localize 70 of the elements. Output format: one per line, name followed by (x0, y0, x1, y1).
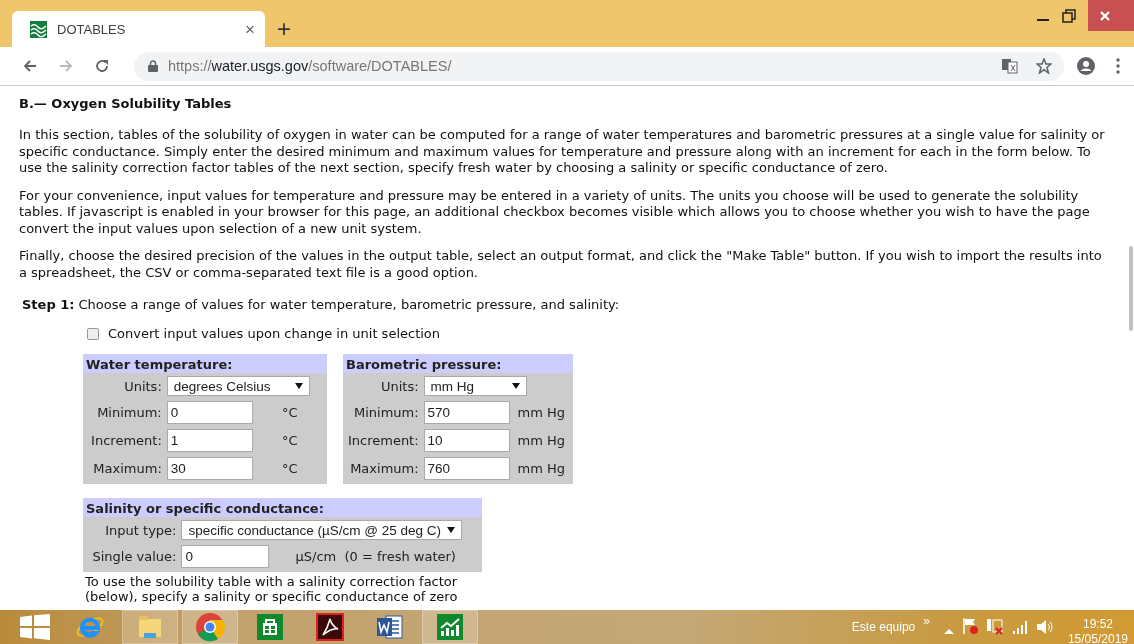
input-field[interactable]: 760 (423, 457, 510, 480)
dropdown[interactable]: degrees Celsius (166, 376, 310, 396)
store-bag-icon (254, 611, 286, 643)
url-text: https://water.usgs.gov/software/DOTABLES/ (168, 58, 453, 74)
chart-icon (434, 611, 466, 643)
field-label: Minimum: (352, 405, 419, 420)
paragraph: Finally, choose the desired precision of the values in the output table, select an output format, and click the "Make Table" button. If you wish to import the results into a spreadsheet, the CSV or comma-separated text file is a good option. (19, 248, 1103, 281)
chrome-logo-icon (194, 611, 226, 643)
unit-label: mm Hg (517, 433, 567, 448)
field-label: Maximum: (349, 461, 419, 476)
input-field[interactable]: 10 (423, 429, 510, 452)
dropdown[interactable]: mm Hg (423, 376, 527, 396)
close-window-button[interactable] (1088, 0, 1134, 31)
network-icon[interactable] (985, 616, 1004, 635)
unit-label: °C (282, 405, 299, 420)
signal-icon[interactable] (1011, 618, 1028, 635)
unit-label: µS/cm (0 = fresh water) (295, 549, 457, 564)
restore-icon[interactable] (1062, 8, 1076, 23)
checkbox[interactable] (87, 327, 99, 340)
section-heading: B.— Oxygen Solubility Tables (19, 96, 233, 111)
field-label: Minimum: (96, 405, 162, 420)
time-text: 19:52 (1082, 617, 1113, 632)
panel-title: Water temperature: (83, 354, 327, 373)
dropdown[interactable]: specific conductance (µS/cm @ 25 deg C) (181, 520, 463, 540)
field-label: Increment: (90, 433, 162, 448)
paragraph: In this section, tables of the solubility of oxygen in water can be computed for a range of water temperatures and barometric pressures at a single value for salinity or specific conductance. Simply enter the desired minimum and maximum values for temperature and pressure along with an increment for each in the form below. To use the salinity correction factor tables of the next section, specify fresh water by choosing a salinity or specific conductance of zero. (19, 127, 1106, 177)
account-icon[interactable] (1076, 56, 1096, 76)
field-label: Single value: (91, 549, 177, 564)
step-instruction: Step 1: Choose a range of values for water temperature, barometric pressure, and salinity: (22, 297, 621, 312)
menu-icon[interactable] (1116, 58, 1120, 74)
tab-close-button[interactable]: × (245, 20, 255, 38)
speaker-icon[interactable] (1035, 618, 1054, 635)
unit-label: °C (282, 461, 299, 476)
waves-logo-icon (30, 20, 47, 38)
field-label: Units: (379, 378, 419, 394)
field-label: Increment: (346, 433, 419, 448)
input-field[interactable]: 30 (166, 457, 253, 480)
close-icon (1099, 9, 1111, 22)
input-field[interactable]: 570 (423, 401, 510, 424)
windows-start-icon[interactable] (20, 614, 50, 640)
tab-title: DOTABLES (57, 21, 127, 37)
back-icon[interactable] (22, 58, 38, 74)
note-text: To use the solubility table with a salinity correction factor (below), specify a salinity or specific conductance of zero (85, 574, 459, 604)
field-label: Maximum: (92, 461, 162, 476)
lock-icon (148, 60, 158, 72)
input-field[interactable]: 1 (166, 429, 253, 452)
unit-label: mm Hg (517, 405, 567, 420)
checkbox-label: Convert input values upon change in unit selection (108, 326, 441, 341)
paragraph: For your convenience, input values for temperature and pressure may be entered in a variety of units. The units you choose will be used to generate the solubility tables. If javascript is enabled in your browser for this page, an additional checkbox becomes visible which allows you to choose whether you wish to have the page convert the input values upon selection of a new unit system. (19, 187, 1091, 237)
bookmark-star-icon[interactable] (1036, 58, 1052, 74)
field-label: Input type: (104, 522, 177, 538)
dropdown-caret-icon (447, 527, 456, 533)
field-label: Units: (123, 378, 162, 394)
address-bar[interactable]: https://water.usgs.gov/software/DOTABLES/ (134, 51, 1064, 81)
dropdown-caret-icon (511, 383, 520, 389)
translate-icon[interactable] (1002, 58, 1018, 74)
unit-label: °C (282, 433, 299, 448)
panel-title: Barometric pressure: (343, 354, 573, 373)
up-caret-icon[interactable] (943, 626, 954, 635)
dropdown-caret-icon (294, 383, 303, 389)
browser-tab[interactable]: DOTABLES × (12, 11, 265, 47)
reload-icon[interactable] (94, 58, 110, 74)
new-tab-button[interactable]: + (277, 17, 291, 41)
input-field[interactable]: 0 (181, 545, 270, 568)
pdf-reader-icon (314, 611, 346, 643)
date-text: 15/05/2019 (1067, 632, 1128, 644)
panel-title: Salinity or specific conductance: (83, 498, 482, 517)
input-field[interactable]: 0 (166, 401, 253, 424)
flag-icon[interactable] (961, 616, 978, 635)
unit-label: mm Hg (517, 461, 567, 476)
